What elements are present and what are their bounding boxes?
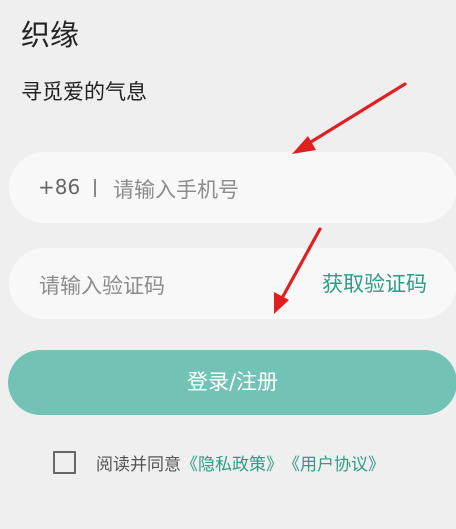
verification-code-input[interactable] bbox=[39, 266, 294, 306]
country-code-label[interactable]: +86 bbox=[38, 172, 80, 202]
app-slogan: 寻觅爱的气息 bbox=[21, 80, 147, 104]
phone-field: +86 bbox=[9, 152, 456, 223]
login-screen: 织缘 寻觅爱的气息 +86 获取验证码 登录/注册 阅读并同意 《隐私政策》 《… bbox=[0, 0, 456, 529]
agreement-row: 阅读并同意 《隐私政策》 《用户协议》 bbox=[53, 448, 385, 476]
app-title: 织缘 bbox=[21, 18, 80, 52]
user-agreement-link[interactable]: 《用户协议》 bbox=[283, 450, 385, 475]
agreement-checkbox[interactable] bbox=[53, 450, 76, 474]
country-code-divider bbox=[94, 179, 96, 197]
verification-code-field: 获取验证码 bbox=[9, 248, 456, 319]
privacy-policy-link[interactable]: 《隐私政策》 bbox=[181, 450, 283, 475]
annotation-arrow-phone bbox=[292, 82, 407, 154]
phone-number-input[interactable] bbox=[113, 170, 433, 210]
get-code-button[interactable]: 获取验证码 bbox=[322, 269, 427, 299]
login-register-button[interactable]: 登录/注册 bbox=[8, 350, 456, 415]
agreement-prefix: 阅读并同意 bbox=[96, 454, 181, 475]
